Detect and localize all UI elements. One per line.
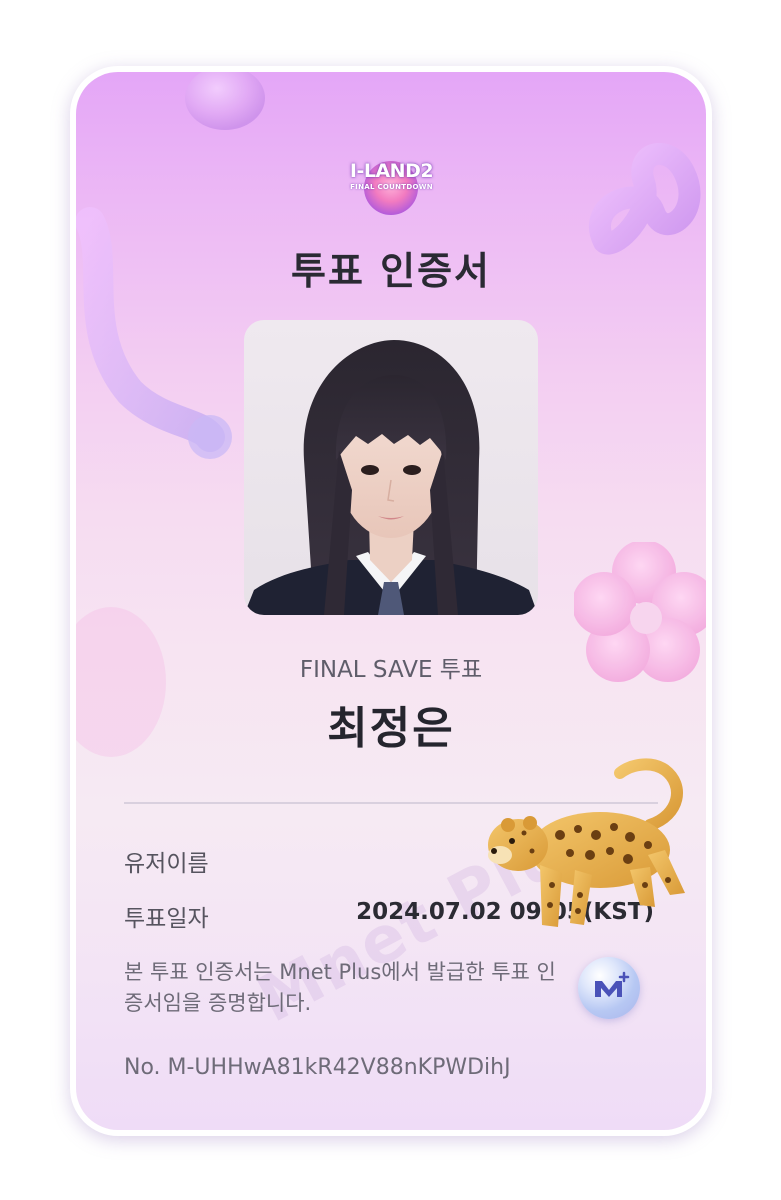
certificate-title: 투표 인증서 xyxy=(290,249,492,293)
logo-sub-text: FINAL COUNTDOWN xyxy=(350,183,433,191)
decorative-bubble-top xyxy=(185,72,265,130)
iland2-logo: I-LAND2 FINAL COUNTDOWN xyxy=(339,152,444,217)
mnet-plus-icon xyxy=(578,957,640,1019)
username-label: 유저이름 xyxy=(124,851,209,877)
certificate-notice: 본 투표 인증서는 Mnet Plus에서 발급한 투표 인증서임을 증명합니다… xyxy=(124,960,556,1015)
candidate-name: 최정은 xyxy=(327,703,455,754)
leopard-sticker-icon xyxy=(488,758,685,927)
vote-type-label: FINAL SAVE 투표 xyxy=(299,657,483,683)
vote-date-label: 투표일자 xyxy=(124,906,209,932)
candidate-photo xyxy=(244,320,538,615)
vote-certificate-card: Mnet Plus I-LAND2 FINAL COUNTDOWN 투표 인증서 xyxy=(76,72,706,1130)
serial-number: No. M-UHHwA81kR42V88nKPWDihJ xyxy=(124,1055,511,1080)
logo-main-text: I-LAND2 xyxy=(349,160,434,182)
